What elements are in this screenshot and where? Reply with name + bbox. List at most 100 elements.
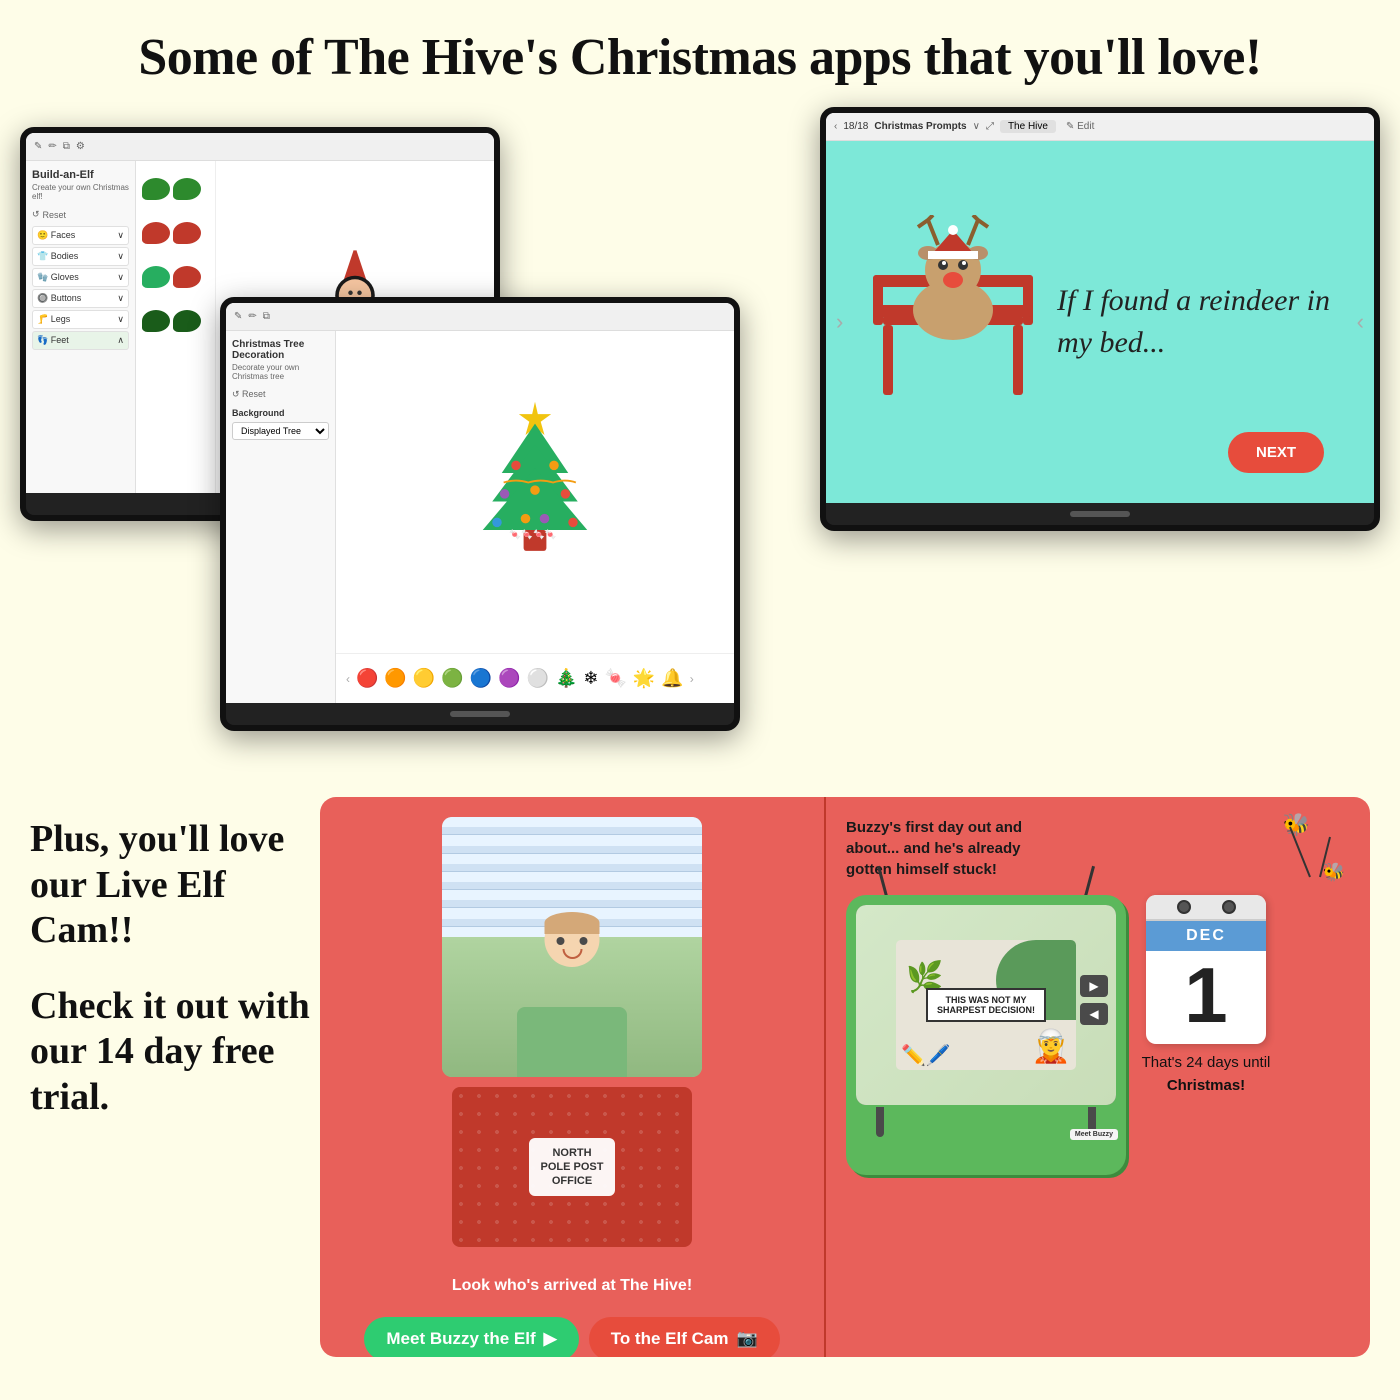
counter-display: 18/18 <box>843 121 868 132</box>
teacher-photo-bg <box>442 817 702 1077</box>
edit-icon-center: ✎ <box>234 311 242 322</box>
blind-line-2 <box>442 846 702 854</box>
category-bodies[interactable]: 👕 Bodies∨ <box>32 247 129 266</box>
ornament-7[interactable]: ⚪ <box>527 668 549 689</box>
shoe-option-1[interactable] <box>142 171 202 207</box>
shoe-option-3[interactable] <box>142 259 202 295</box>
elf-cam-card: NORTH POLE POST OFFICE Look who's arrive… <box>320 797 824 1357</box>
pkg-line3: OFFICE <box>541 1174 604 1188</box>
tree-screen: Christmas Tree Decoration Decorate your … <box>226 331 734 703</box>
tv-meet-buzzy-label[interactable]: Meet Buzzy <box>1070 1129 1118 1140</box>
ornament-11[interactable]: 🌟 <box>633 668 655 689</box>
ring-left <box>1177 900 1191 914</box>
tree-subtitle: Decorate your own Christmas tree <box>232 363 329 381</box>
tree-bg-label: Background <box>232 408 329 418</box>
teacher-head <box>545 912 600 967</box>
ornament-9[interactable]: ❄ <box>583 668 598 689</box>
app-bar-left: ✎ ✏ ⧉ ⚙ <box>26 133 494 161</box>
section-title: Christmas Prompts <box>874 121 966 132</box>
pkg-line1: NORTH <box>541 1146 604 1160</box>
category-legs[interactable]: 🦵 Legs∨ <box>32 310 129 329</box>
copy-icon-center: ⧉ <box>263 311 270 322</box>
pencils-emoji: ✏️🖊️ <box>901 1043 951 1068</box>
tree-bg-select[interactable]: Displayed Tree <box>232 422 329 440</box>
category-gloves[interactable]: 🧤 Gloves∨ <box>32 268 129 287</box>
countdown-text: That's 24 days until Christmas! <box>1141 1052 1271 1097</box>
bottom-left-text-area: Plus, you'll love our Live Elf Cam!! Che… <box>30 797 320 1121</box>
app-bar-center: ✎ ✏ ⧉ <box>226 303 734 331</box>
elf-sign: THIS WAS NOT MY SHARPEST DECISION! <box>926 988 1046 1022</box>
prompts-content: If I found a reindeer in my bed... › ‹ N… <box>826 141 1374 503</box>
buzzy-card: 🐝 🐝 Buzzy's first day out and about... a… <box>824 797 1370 1357</box>
bee-antennas <box>1270 807 1350 887</box>
tree-main: 🍬🍬🍬🍬 ‹ 🔴 🟠 🟡 🟢 🔵 🟣 ⚪ <box>336 331 734 703</box>
ornament-12[interactable]: 🔔 <box>661 668 683 689</box>
play-icon: ▶ <box>544 1329 557 1349</box>
chevron-down-icon: ∨ <box>973 121 980 132</box>
north-pole-package: NORTH POLE POST OFFICE <box>452 1087 692 1247</box>
category-buttons[interactable]: 🔘 Buttons∨ <box>32 289 129 308</box>
ornament-1[interactable]: 🔴 <box>356 668 378 689</box>
tree-bar-left-arrow[interactable]: ‹ <box>346 672 350 686</box>
elf-cam-caption: Look who's arrived at The Hive! <box>320 1267 824 1305</box>
ornament-5[interactable]: 🔵 <box>470 668 492 689</box>
ornament-10[interactable]: 🍬 <box>604 668 626 689</box>
monitor-christmas-tree: ✎ ✏ ⧉ Christmas Tree Decoration Decorate… <box>220 297 740 731</box>
app-bar-right: ‹ 18/18 Christmas Prompts ∨ ⤢ The Hive ✎… <box>826 113 1374 141</box>
ornament-3[interactable]: 🟡 <box>413 668 435 689</box>
ornament-2[interactable]: 🟠 <box>384 668 406 689</box>
package-label: NORTH POLE POST OFFICE <box>529 1138 616 1197</box>
blind-line-1 <box>442 827 702 835</box>
elf-cam-button[interactable]: To the Elf Cam 📷 <box>589 1317 780 1357</box>
elf-cam-label: To the Elf Cam <box>611 1329 729 1349</box>
edit-btn[interactable]: ✎ Edit <box>1066 121 1094 132</box>
retro-tv: 🌿 THIS WAS NOT MY SHARPEST DECISION! 🧝 ✏… <box>846 895 1126 1175</box>
tv-btn-left[interactable]: ◀ <box>1080 1003 1108 1025</box>
monitor-bottom-center <box>226 703 734 725</box>
build-elf-reset[interactable]: ↺Reset <box>32 209 129 220</box>
prompt-text: If I found a reindeer in my bed... <box>1057 280 1337 364</box>
nav-left-arrow[interactable]: › <box>836 309 843 335</box>
edit-icon: ✎ <box>34 141 42 152</box>
camera-icon: 📷 <box>736 1329 757 1349</box>
elf-cam-buttons: Meet Buzzy the Elf ▶ To the Elf Cam 📷 <box>320 1305 824 1357</box>
build-elf-sidebar: Build-an-Elf Create your own Christmas e… <box>26 161 136 493</box>
arrow-left-icon: ‹ <box>834 121 837 132</box>
tree-sidebar: Christmas Tree Decoration Decorate your … <box>226 331 336 703</box>
teacher-photo-frame <box>442 817 702 1077</box>
next-button[interactable]: NEXT <box>1228 432 1324 473</box>
tree-reset-btn[interactable]: ↺ Reset <box>232 389 329 400</box>
blind-line-3 <box>442 864 702 872</box>
monitor-christmas-prompts: ‹ 18/18 Christmas Prompts ∨ ⤢ The Hive ✎… <box>820 107 1380 531</box>
blind-line-5 <box>442 900 702 908</box>
shoe-option-2[interactable] <box>142 215 202 251</box>
hive-btn[interactable]: The Hive <box>1000 120 1056 133</box>
ornament-4[interactable]: 🟢 <box>441 668 463 689</box>
category-feet[interactable]: 👣 Feet∧ <box>32 331 129 350</box>
category-faces[interactable]: 🙂 Faces∨ <box>32 226 129 245</box>
pkg-line2: POLE POST <box>541 1160 604 1174</box>
tv-leg-left <box>876 1107 884 1137</box>
build-elf-subtitle: Create your own Christmas elf! <box>32 183 129 201</box>
settings-icon: ⚙ <box>76 141 85 152</box>
teacher-body <box>442 937 702 1077</box>
tv-btn-right[interactable]: ▶ <box>1080 975 1108 997</box>
buzzy-description: Buzzy's first day out and about... and h… <box>846 817 1046 880</box>
calendar-rings-row <box>1146 895 1266 921</box>
countdown-label: That's 24 days until Christmas! <box>1142 1054 1271 1094</box>
tree-bar-right-arrow[interactable]: › <box>690 672 694 686</box>
bottom-section: Plus, you'll love our Live Elf Cam!! Che… <box>0 777 1400 1377</box>
ornament-8[interactable]: 🎄 <box>555 668 577 689</box>
eye-right <box>580 937 588 945</box>
nav-right-arrow[interactable]: ‹ <box>1357 309 1364 335</box>
build-elf-title: Build-an-Elf <box>32 169 129 181</box>
meet-buzzy-label: Meet Buzzy the Elf <box>386 1329 535 1349</box>
shoe-option-4[interactable] <box>142 303 202 339</box>
monitor-strip-center <box>450 711 510 717</box>
meet-buzzy-button[interactable]: Meet Buzzy the Elf ▶ <box>364 1317 578 1357</box>
mouth <box>562 949 582 959</box>
ornament-6[interactable]: 🟣 <box>498 668 520 689</box>
calendar-widget: DEC 1 That's 24 days until Christmas! <box>1141 895 1271 1097</box>
tv-screen-content: 🌿 THIS WAS NOT MY SHARPEST DECISION! 🧝 ✏… <box>856 905 1116 1105</box>
teacher-shirt <box>517 1007 627 1077</box>
